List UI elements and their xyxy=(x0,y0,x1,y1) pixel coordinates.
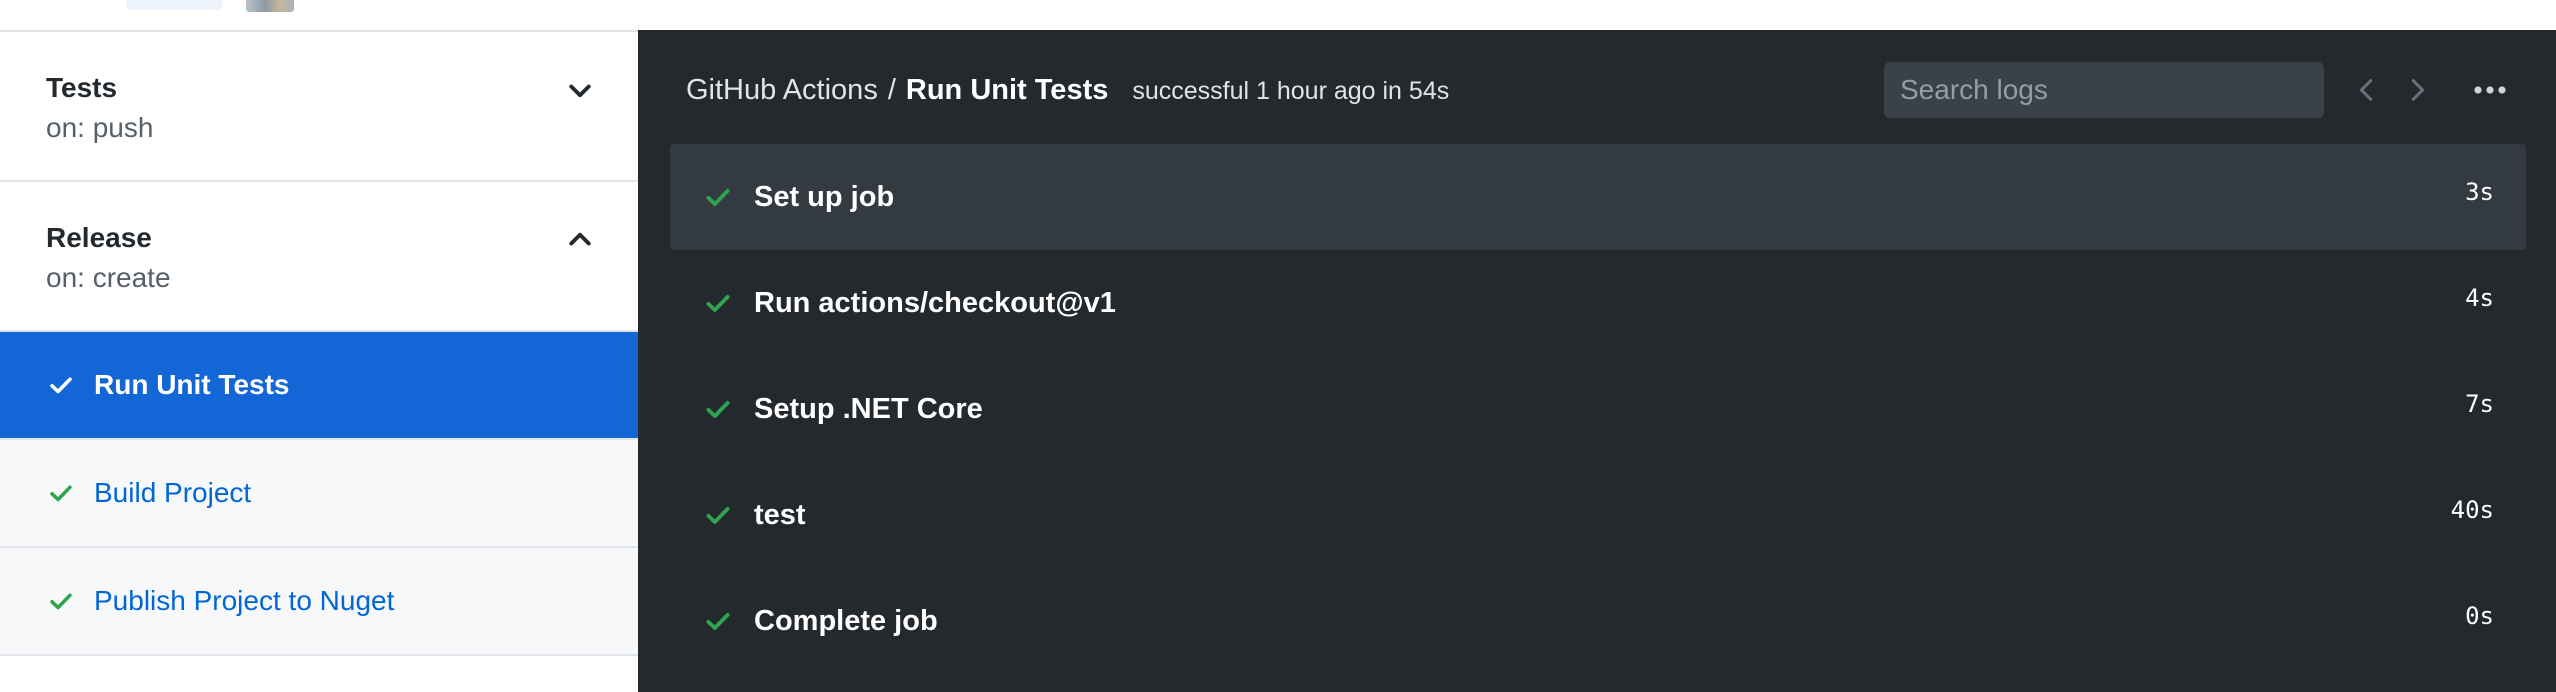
step-row[interactable]: Setup .NET Core 7s xyxy=(670,356,2526,462)
chevron-up-icon[interactable] xyxy=(566,226,594,254)
top-bar xyxy=(0,0,2556,30)
run-status-text: successful 1 hour ago in 54s xyxy=(1132,77,1450,105)
step-list: Set up job 3s Run actions/checkout@v1 4s… xyxy=(670,144,2526,674)
check-icon xyxy=(706,294,730,312)
check-icon xyxy=(706,188,730,206)
job-label: Build Project xyxy=(94,477,252,508)
job-item-build-project[interactable]: Build Project xyxy=(0,440,638,548)
step-name: Complete job xyxy=(754,604,938,637)
chevron-right-icon[interactable] xyxy=(2402,74,2432,106)
step-row[interactable]: Run actions/checkout@v1 4s xyxy=(670,250,2526,356)
search-input[interactable] xyxy=(1900,74,2324,106)
tab-stub[interactable] xyxy=(126,0,222,10)
workflow-name: Tests xyxy=(46,72,118,103)
workflow-trigger: on: create xyxy=(46,262,171,293)
workflow-name: Release xyxy=(46,222,152,253)
job-item-run-unit-tests[interactable]: Run Unit Tests xyxy=(0,332,638,440)
breadcrumb-workflow: GitHub Actions xyxy=(686,74,878,106)
chevron-down-icon[interactable] xyxy=(566,76,594,104)
step-name: Run actions/checkout@v1 xyxy=(754,286,1116,319)
breadcrumb-job: Run Unit Tests xyxy=(905,74,1109,106)
avatar[interactable] xyxy=(246,0,294,12)
step-row[interactable]: Complete job 0s xyxy=(670,568,2526,674)
job-item-publish-project[interactable]: Publish Project to Nuget xyxy=(0,548,638,656)
check-icon xyxy=(50,593,72,610)
step-duration: 7s xyxy=(2465,390,2494,418)
check-icon xyxy=(706,400,730,418)
workflow-sidebar: Tests on: push Release on: create Run Un… xyxy=(0,30,638,692)
breadcrumb-separator: / xyxy=(887,74,896,106)
step-row[interactable]: Set up job 3s xyxy=(670,144,2526,250)
chevron-left-icon[interactable] xyxy=(2352,74,2382,106)
check-icon xyxy=(50,485,72,502)
step-duration: 3s xyxy=(2465,178,2494,206)
breadcrumb: GitHub Actions / Run Unit Tests successf… xyxy=(686,74,1449,114)
search-logs-box[interactable] xyxy=(1884,62,2324,118)
step-name: test xyxy=(754,498,806,531)
kebab-horizontal-icon[interactable] xyxy=(2472,76,2508,104)
step-duration: 0s xyxy=(2465,602,2494,630)
log-panel: GitHub Actions / Run Unit Tests successf… xyxy=(638,30,2556,692)
check-icon xyxy=(706,506,730,524)
job-label: Publish Project to Nuget xyxy=(94,585,395,616)
step-duration: 40s xyxy=(2450,496,2494,524)
step-name: Setup .NET Core xyxy=(754,392,983,425)
workflow-trigger: on: push xyxy=(46,112,154,143)
workflow-tests[interactable]: Tests on: push xyxy=(0,32,638,182)
step-name: Set up job xyxy=(754,180,895,213)
check-icon xyxy=(706,612,730,630)
workflow-release[interactable]: Release on: create xyxy=(0,182,638,332)
job-label: Run Unit Tests xyxy=(94,369,290,400)
check-icon xyxy=(50,377,72,394)
step-duration: 4s xyxy=(2465,284,2494,312)
step-row[interactable]: test 40s xyxy=(670,462,2526,568)
